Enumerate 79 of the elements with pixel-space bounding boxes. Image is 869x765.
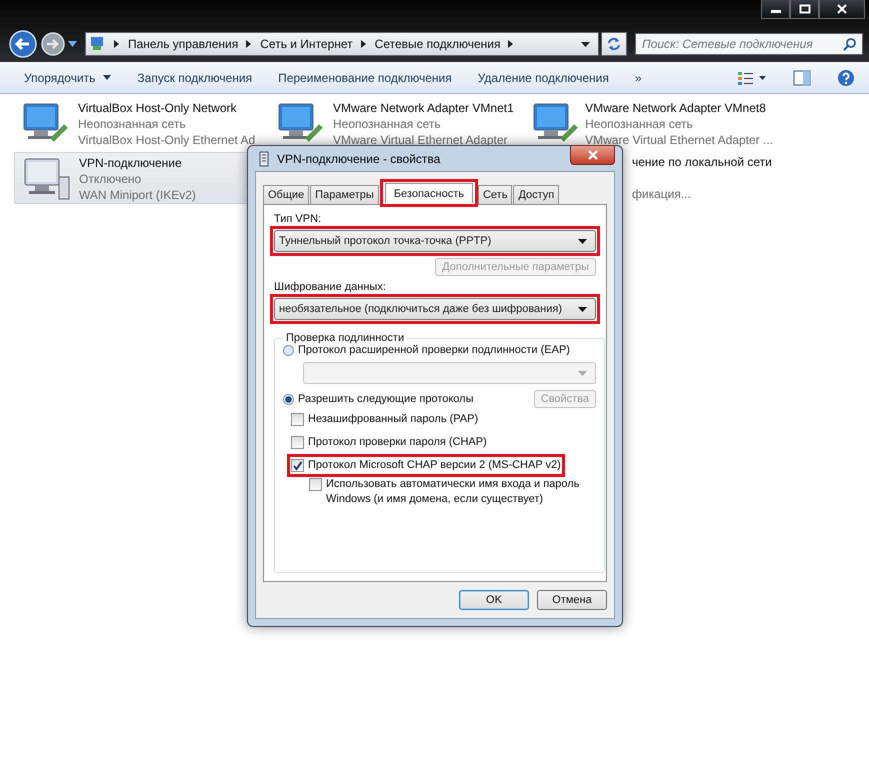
forward-button[interactable] [40, 31, 66, 57]
breadcrumb[interactable]: Сетевые подключения [374, 37, 500, 51]
chevron-icon[interactable] [360, 40, 367, 48]
dialog-button[interactable]: Отмена [537, 590, 607, 610]
view-options-icon[interactable] [737, 70, 767, 86]
dialog-title: VPN-подключение - свойства [277, 152, 440, 166]
toolbar-button[interactable]: Переименование подключения [278, 70, 452, 84]
connection-name: VirtualBox Host-Only Network [78, 100, 238, 116]
maximize-icon [798, 4, 810, 14]
connection-item[interactable]: VMware Network Adapter VMnet1 Неопознанная сеть VMware Virtual Ethernet Adapter [269, 98, 524, 150]
connection-device: фикация... [632, 186, 692, 202]
connection-item[interactable]: VirtualBox Host-Only Network Неопознанная сеть VirtualBox Host-Only Ethernet Ad [14, 98, 269, 150]
back-button[interactable] [8, 29, 38, 59]
more-button[interactable]: » [634, 70, 642, 84]
checkbox[interactable] [291, 459, 304, 472]
close-icon [586, 150, 598, 160]
connection-name: VMware Network Adapter VMnet1 [333, 100, 514, 116]
toolbar-button[interactable]: Запуск подключения [137, 70, 252, 84]
connection-item[interactable]: VMware Network Adapter VMnet8 Неопознанная сеть VMware Virtual Ethernet Adapter ... [524, 98, 779, 150]
preview-pane-icon[interactable] [793, 70, 811, 86]
vpn-type-dropdown[interactable]: Туннельный протокол точка-точка (PPTP) [274, 230, 596, 252]
checkbox-option[interactable]: Незашифрованный пароль (PAP) [291, 412, 478, 427]
connection-name: чение по локальной сети [632, 154, 772, 170]
radio-option[interactable]: Протокол расширенной проверки подлинности (EAP) [283, 344, 596, 356]
chevron-icon[interactable] [508, 40, 514, 48]
tab[interactable]: Безопасность [384, 183, 473, 203]
tab[interactable]: Параметры [310, 185, 379, 204]
dialog-button[interactable]: OK [459, 590, 529, 610]
connection-device: VMware Virtual Ethernet Adapter ... [585, 132, 773, 148]
radio-button[interactable] [283, 394, 294, 404]
caret-icon [578, 306, 587, 312]
close-button[interactable] [570, 144, 615, 164]
refresh-button[interactable] [601, 32, 627, 56]
help-icon[interactable] [837, 68, 855, 86]
field-label: Тип VPN: [274, 213, 322, 225]
connection-status: Отключено [79, 171, 142, 187]
checkbox[interactable] [291, 413, 304, 426]
caret-icon [578, 370, 587, 376]
checkbox[interactable] [309, 478, 322, 491]
tab[interactable]: Сеть [478, 185, 512, 204]
checkbox-option[interactable]: Протокол проверки пароля (CHAP) [291, 435, 487, 450]
caret-icon [103, 75, 112, 80]
document-icon [259, 150, 269, 166]
group-title: Проверка подлинности [285, 332, 406, 344]
radio-button[interactable] [283, 344, 294, 356]
field-label: Шифрование данных: [274, 281, 387, 293]
checkbox-option[interactable]: Использовать автоматически имя входа и пароль Windows (и имя домена, если существует) [309, 477, 596, 507]
toolbar-button[interactable]: Удаление подключения [478, 70, 609, 84]
connection-device: VirtualBox Host-Only Ethernet Ad [78, 132, 256, 148]
refresh-icon [607, 37, 621, 51]
checkbox[interactable] [291, 436, 304, 449]
connection-name: VPN-подключение [79, 155, 183, 171]
connection-status: Неопознанная сеть [78, 116, 187, 132]
caret-icon [578, 238, 587, 244]
connection-status: Неопознанная сеть [585, 116, 694, 132]
dropdown-caret-icon[interactable] [581, 42, 590, 46]
close-icon [836, 4, 848, 14]
encryption-dropdown[interactable]: необязательное (подключиться даже без шифрования) [274, 298, 596, 320]
maximize-button[interactable] [790, 0, 819, 19]
close-button[interactable] [819, 0, 865, 19]
minimize-button[interactable] [761, 0, 790, 19]
address-bar[interactable]: Панель управления Сеть и Интернет Сетевые подключения [85, 32, 599, 56]
chevron-icon[interactable] [246, 40, 252, 48]
connection-status: Неопознанная сеть [333, 116, 442, 132]
connection-device: WAN Miniport (IKEv2) [79, 187, 196, 203]
toolbar-button[interactable]: Упорядочить [24, 70, 112, 84]
radio-option[interactable]: Разрешить следующие протоколы [283, 393, 474, 405]
search-icon[interactable] [843, 37, 857, 51]
checkbox-option[interactable]: Протокол Microsoft CHAP версии 2 (MS-CHAP v2) [291, 458, 561, 473]
tab[interactable]: Общие [263, 185, 310, 204]
connection-device: VMware Virtual Ethernet Adapter [333, 132, 509, 148]
connection-name: VMware Network Adapter VMnet8 [585, 100, 767, 116]
breadcrumb[interactable]: Сеть и Интернет [260, 37, 353, 51]
tab[interactable]: Доступ [513, 185, 560, 204]
search-field[interactable]: Поиск: Сетевые подключения [635, 33, 863, 55]
chevron-icon[interactable] [114, 40, 120, 48]
network-folder-icon [90, 36, 106, 52]
history-caret-icon[interactable] [68, 41, 77, 47]
breadcrumb[interactable]: Панель управления [128, 37, 238, 51]
